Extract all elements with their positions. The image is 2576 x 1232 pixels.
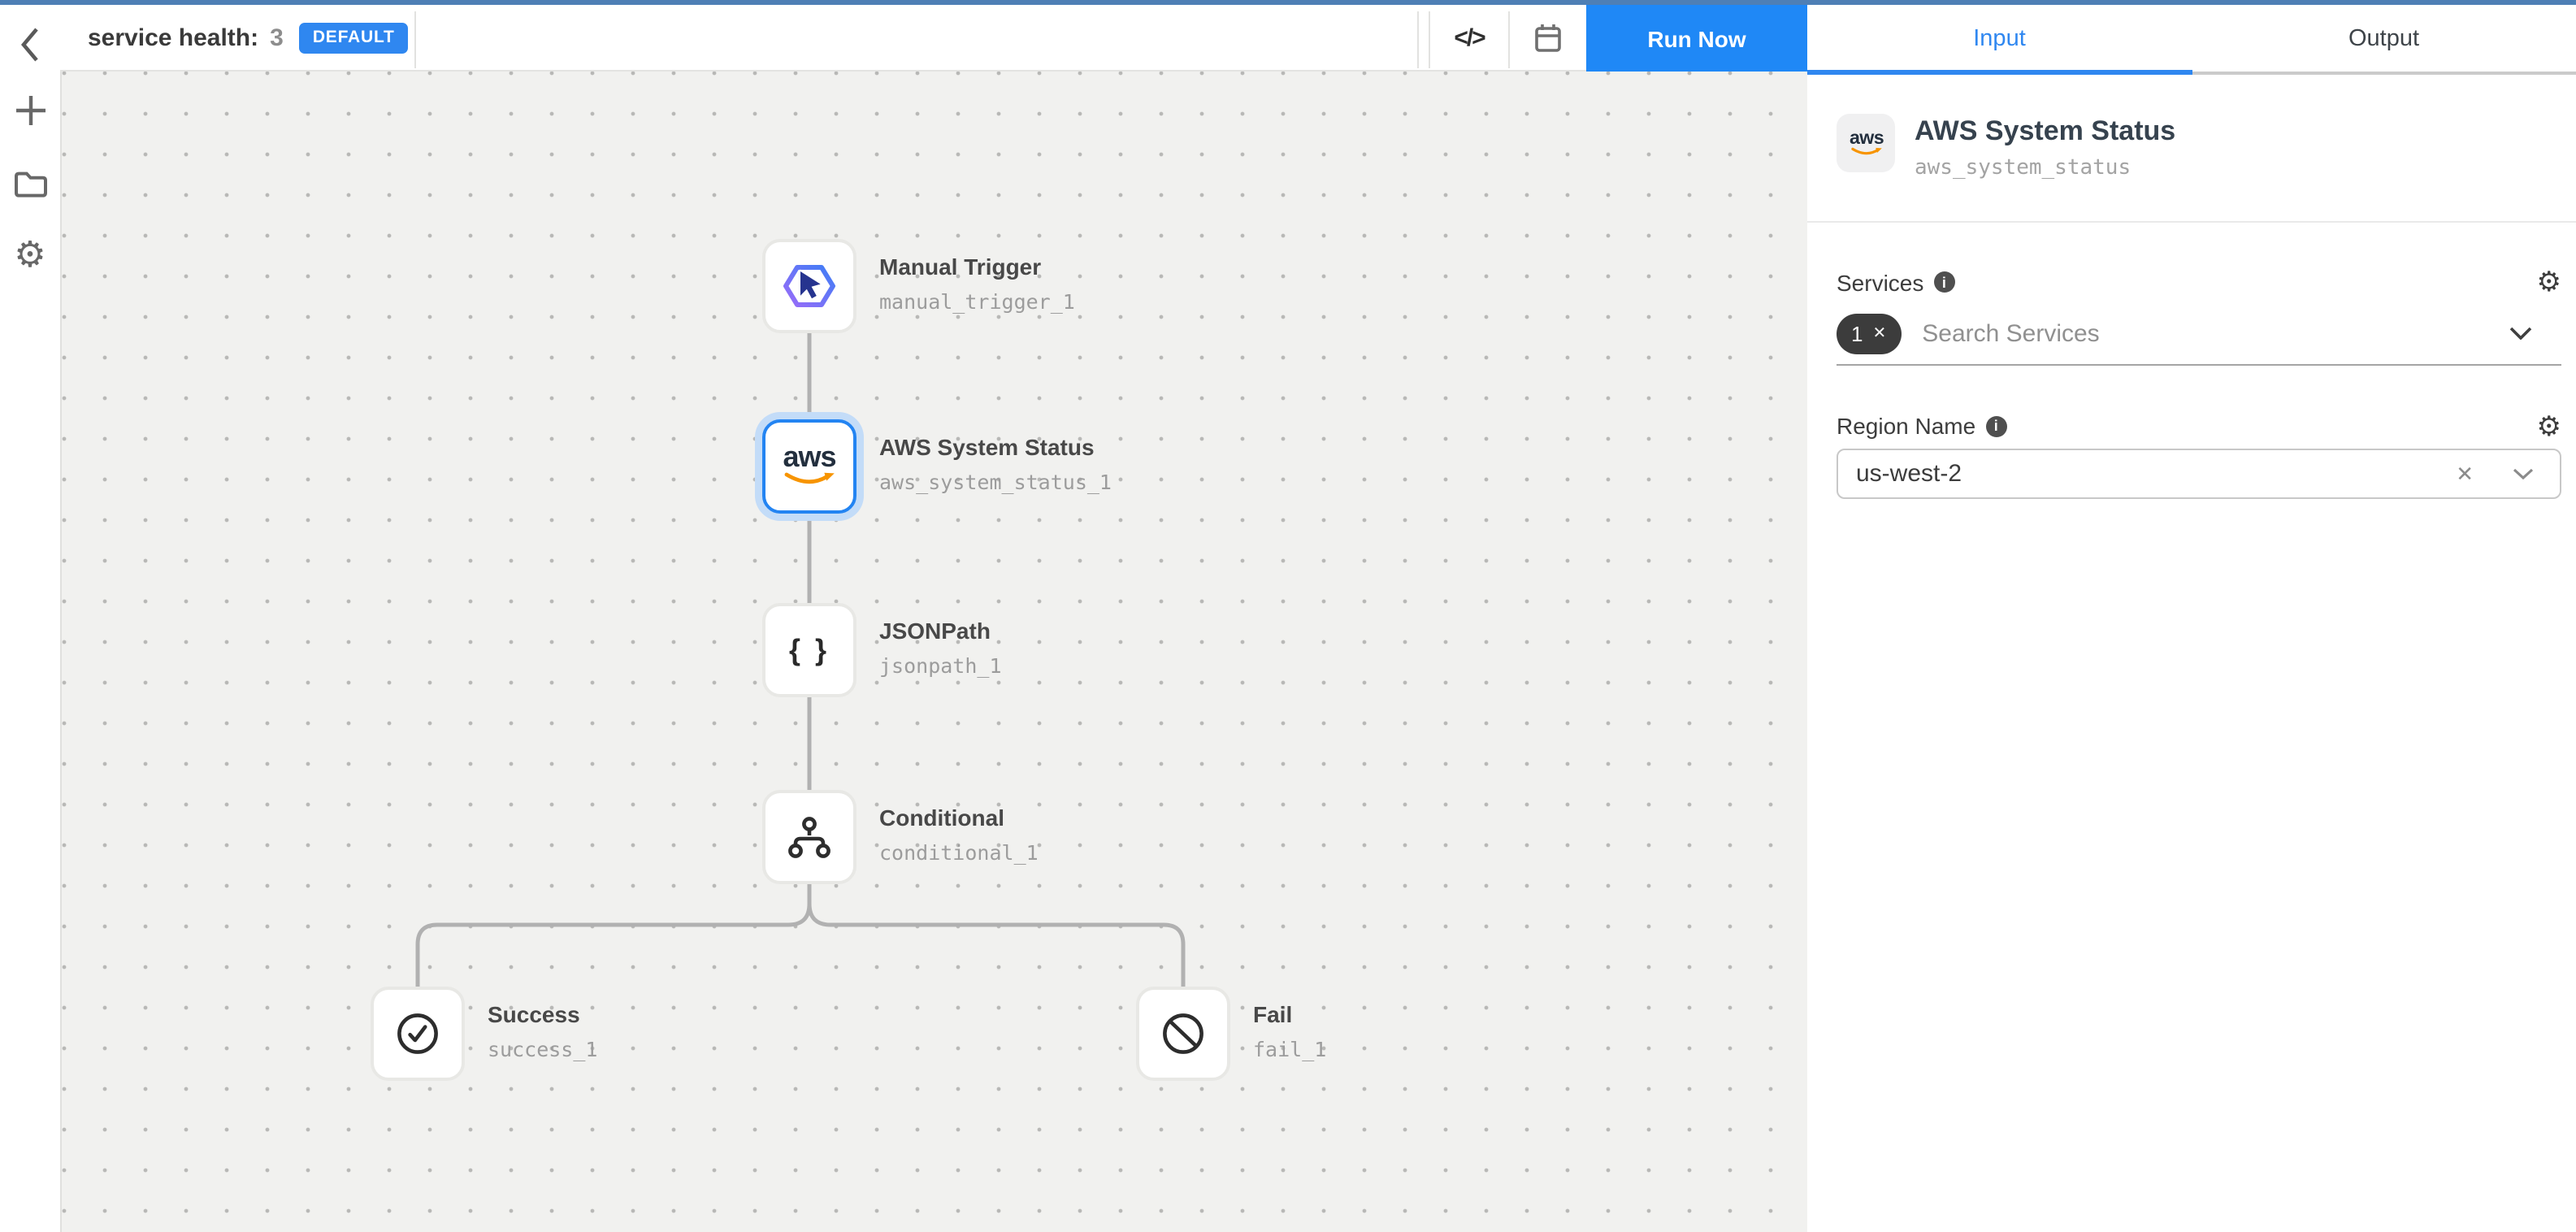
services-placeholder: Search Services [1922, 319, 2099, 347]
divider [1807, 220, 2576, 222]
node-id: aws_system_status_1 [879, 470, 1237, 494]
node-id: jsonpath_1 [879, 653, 1237, 678]
inspector-panel: Input Output aws AWS System Status aws_s… [1807, 5, 2576, 1232]
folder-button[interactable] [0, 156, 60, 211]
divider [414, 11, 416, 68]
node-jsonpath-box[interactable]: { } [762, 603, 856, 697]
region-input[interactable] [1837, 449, 2561, 499]
tag-count: 1 [1851, 321, 1863, 345]
calendar-icon [1533, 22, 1561, 53]
region-label: Region Name [1837, 413, 1975, 439]
node-title: Success [488, 1001, 845, 1027]
chevron-down-icon[interactable] [2509, 327, 2532, 340]
gear-icon: ⚙ [14, 237, 46, 273]
node-success: Success success_1 [371, 987, 465, 1081]
node-success-box[interactable] [371, 987, 465, 1081]
clear-icon[interactable]: ✕ [2456, 449, 2474, 499]
folder-icon [12, 169, 48, 198]
check-circle-icon [393, 1009, 442, 1058]
browser-accent-strip [0, 0, 2576, 5]
tab-output[interactable]: Output [2192, 5, 2576, 72]
node-manual-trigger-box[interactable] [762, 239, 856, 333]
node-conditional: Conditional conditional_1 [762, 790, 856, 884]
aws-logo-icon: aws [774, 437, 845, 496]
aws-logo-text: aws [783, 440, 835, 473]
node-id: success_1 [488, 1037, 845, 1061]
aws-logo-text: aws [1849, 127, 1883, 148]
node-title: Manual Trigger [879, 254, 1237, 280]
region-field-header: Region Name i ⚙ [1837, 411, 2561, 440]
run-now-label: Run Now [1647, 25, 1746, 51]
code-view-button[interactable]: </> [1430, 5, 1508, 70]
node-aws-system-status-box[interactable]: aws [762, 419, 856, 514]
braces-icon: { } [789, 633, 830, 667]
divider [1417, 11, 1419, 68]
code-icon: </> [1454, 24, 1484, 51]
workflow-title: service health: [88, 24, 258, 51]
panel-node-subtitle: aws_system_status [1915, 155, 2175, 180]
info-icon[interactable]: i [1933, 271, 1954, 293]
node-type-tile: aws [1837, 114, 1895, 172]
node-title: Fail [1253, 1001, 1611, 1027]
manual-trigger-icon [782, 260, 837, 312]
node-jsonpath: { } JSONPath jsonpath_1 [762, 603, 856, 697]
run-count: 3 [270, 24, 284, 51]
panel-tabs: Input Output [1807, 5, 2576, 75]
services-field-header: Services i ⚙ [1837, 267, 2561, 297]
run-now-button[interactable]: Run Now [1586, 5, 1807, 72]
services-label: Services [1837, 269, 1923, 295]
field-settings-gear-icon[interactable]: ⚙ [2537, 268, 2562, 296]
settings-button[interactable]: ⚙ [0, 228, 60, 283]
panel-node-header: aws AWS System Status aws_system_status [1837, 114, 2561, 180]
node-title: JSONPath [879, 618, 1237, 644]
left-rail: ⚙ [0, 5, 60, 1232]
schedule-button[interactable] [1508, 5, 1586, 70]
default-badge: DEFAULT [300, 22, 408, 53]
tag-remove-icon[interactable]: ✕ [1872, 324, 1886, 342]
tab-input[interactable]: Input [1807, 5, 2192, 72]
services-underline [1837, 363, 2561, 366]
back-chevron-icon [20, 25, 41, 63]
header-bar: service health: 3 DEFAULT </> Run Now [0, 5, 1807, 72]
node-aws-system-status: aws AWS System Status aws_system_status_… [762, 419, 856, 514]
services-select[interactable]: 1 ✕ Search Services [1837, 313, 2561, 354]
workflow-builder-app: Manual Trigger manual_trigger_1 aws AWS … [0, 0, 2576, 1232]
region-input-wrap: ✕ [1837, 449, 2561, 499]
branch-icon [785, 813, 834, 861]
aws-logo-icon: aws [1844, 125, 1888, 161]
node-title: AWS System Status [879, 434, 1237, 460]
node-conditional-box[interactable] [762, 790, 856, 884]
panel-node-title: AWS System Status [1915, 117, 2175, 147]
plus-icon [14, 94, 46, 127]
node-id: conditional_1 [879, 840, 1237, 865]
chevron-down-icon[interactable] [2513, 449, 2534, 499]
info-icon[interactable]: i [1985, 415, 2006, 436]
node-manual-trigger: Manual Trigger manual_trigger_1 [762, 239, 856, 333]
workflow-title-group: service health: 3 DEFAULT [88, 5, 408, 70]
node-title: Conditional [879, 805, 1237, 831]
prohibited-icon [1159, 1009, 1208, 1058]
field-settings-gear-icon[interactable]: ⚙ [2537, 412, 2562, 440]
services-count-tag[interactable]: 1 ✕ [1837, 313, 1901, 354]
back-button[interactable] [0, 16, 60, 72]
node-id: fail_1 [1253, 1037, 1611, 1061]
add-button[interactable] [0, 83, 60, 138]
node-fail: Fail fail_1 [1136, 987, 1230, 1081]
node-fail-box[interactable] [1136, 987, 1230, 1081]
node-id: manual_trigger_1 [879, 289, 1237, 314]
